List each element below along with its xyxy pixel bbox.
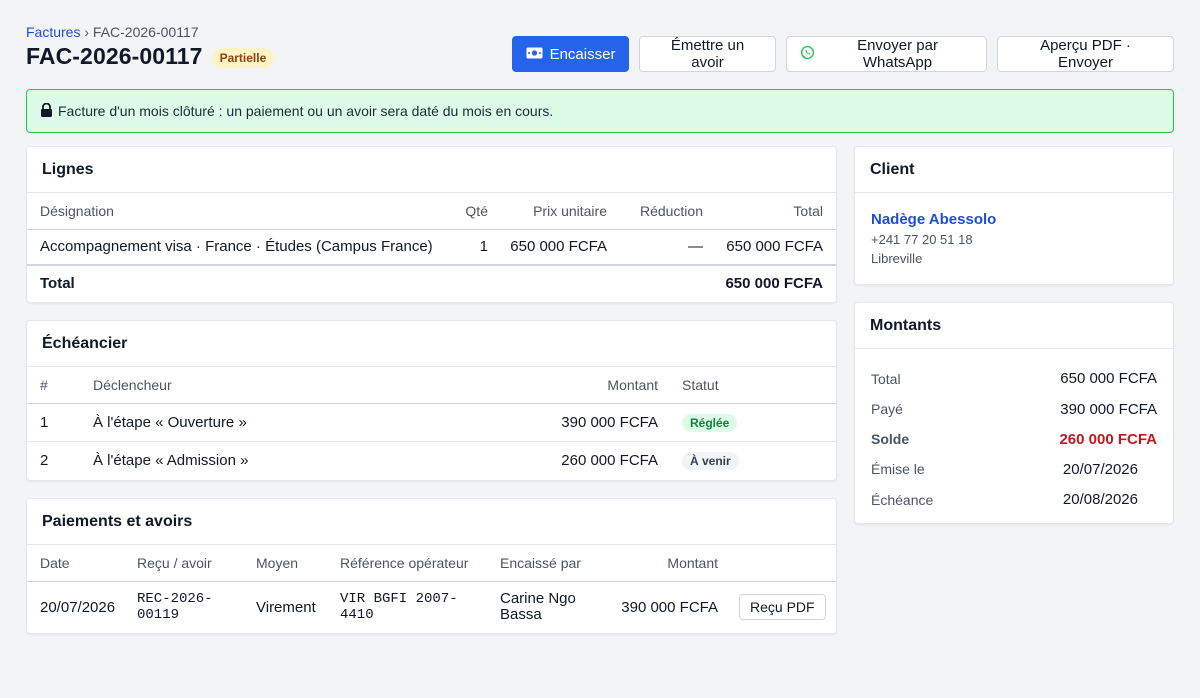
- col-date: Date: [27, 545, 137, 582]
- total-value: 650 000 FCFA: [725, 275, 823, 292]
- total-label: Total: [40, 275, 75, 292]
- alert-text: Facture d'un mois clôturé : un paiement …: [58, 103, 554, 119]
- montant-total-row: Total 650 000 FCFA: [855, 363, 1173, 394]
- col-num: #: [27, 367, 93, 404]
- cell-total: 650 000 FCFA: [712, 229, 836, 266]
- status-pill: À venir: [682, 451, 739, 470]
- breadcrumb-current: FAC-2026-00117: [92, 24, 199, 40]
- lock-icon: [40, 102, 53, 120]
- col-montant: Montant: [502, 367, 682, 404]
- cell-prix: 650 000 FCFA: [500, 229, 622, 266]
- cell-montant: 390 000 FCFA: [621, 598, 718, 616]
- total-row: Total 650 000 FCFA: [27, 265, 836, 301]
- col-moyen: Moyen: [256, 545, 340, 582]
- paiements-table: Date Reçu / avoir Moyen Référence opérat…: [27, 545, 836, 633]
- col-declencheur: Déclencheur: [93, 367, 502, 404]
- emettre-avoir-button[interactable]: Émettre un avoir: [639, 36, 776, 72]
- col-total: Total: [712, 193, 836, 230]
- apercu-pdf-button[interactable]: Aperçu PDF · Envoyer: [997, 36, 1174, 72]
- emise-label: Émise le: [871, 461, 925, 477]
- col-recu: Reçu / avoir: [137, 545, 256, 582]
- cell-num: 1: [27, 403, 93, 442]
- client-phone: +241 77 20 51 18: [871, 232, 973, 247]
- col-montant: Montant: [610, 545, 739, 582]
- lignes-card: Lignes Désignation Qté Prix unitaire Réd…: [26, 146, 837, 303]
- whatsapp-button[interactable]: Envoyer par WhatsApp: [786, 36, 987, 72]
- cell-montant: 260 000 FCFA: [561, 451, 658, 469]
- col-qte: Qté: [450, 193, 500, 230]
- client-card: Client Nadège Abessolo +241 77 20 51 18 …: [854, 146, 1174, 285]
- cell-recu: REC-2026-00119: [137, 591, 213, 624]
- client-name-link[interactable]: Nadège Abessolo: [871, 211, 1157, 228]
- solde-value: 260 000 FCFA: [1059, 430, 1157, 448]
- table-row: 1 À l'étape « Ouverture » 390 000 FCFA R…: [27, 403, 836, 442]
- echeance-value: 20/08/2026: [1062, 491, 1138, 508]
- action-bar: Encaisser Émettre un avoir Envoyer par W…: [512, 36, 1174, 72]
- cell-montant: 390 000 FCFA: [502, 403, 682, 442]
- montants-title: Montants: [855, 303, 1173, 349]
- page-header: FAC-2026-00117 Partielle: [26, 43, 275, 70]
- encaisser-button[interactable]: Encaisser: [512, 36, 629, 72]
- col-statut: Statut: [682, 367, 836, 404]
- echeancier-table: # Déclencheur Montant Statut 1 À l'étape…: [27, 367, 836, 479]
- montant-echeance-row: Échéance 20/08/2026: [855, 484, 1173, 515]
- total-value: 650 000 FCFA: [1060, 370, 1157, 387]
- montant-solde-row: Solde 260 000 FCFA: [855, 424, 1173, 454]
- whatsapp-icon: [800, 45, 815, 64]
- status-badge: Partielle: [211, 47, 275, 68]
- paiements-title: Paiements et avoirs: [27, 499, 836, 545]
- table-row: Accompagnement visa · France · Études (C…: [27, 229, 836, 266]
- table-row: 2 À l'étape « Admission » 260 000 FCFA À…: [27, 441, 836, 479]
- cell-qte: 1: [450, 229, 500, 266]
- whatsapp-label: Envoyer par WhatsApp: [857, 37, 938, 71]
- encaisser-label: Encaisser: [549, 45, 616, 63]
- emise-value: 20/07/2026: [1062, 460, 1138, 478]
- cell-declencheur: À l'étape « Admission »: [93, 451, 249, 469]
- echeance-label: Échéance: [871, 491, 934, 508]
- montant-emise-row: Émise le 20/07/2026: [855, 454, 1173, 484]
- breadcrumb-factures-link[interactable]: Factures: [26, 24, 80, 40]
- cell-reference: VIR BGFI 2007-4410: [340, 591, 458, 624]
- breadcrumb: Factures › FAC-2026-00117: [26, 24, 199, 40]
- col-designation: Désignation: [27, 193, 450, 230]
- cell-encaisse: Carine Ngo Bassa: [500, 590, 576, 624]
- total-label: Total: [871, 370, 901, 387]
- col-reference: Référence opérateur: [340, 545, 500, 582]
- col-reduction: Réduction: [622, 193, 712, 230]
- client-title: Client: [855, 147, 1173, 193]
- cell-declencheur: À l'étape « Ouverture »: [93, 403, 502, 442]
- lignes-title: Lignes: [27, 147, 836, 193]
- paye-label: Payé: [871, 401, 903, 417]
- echeancier-card: Échéancier # Déclencheur Montant Statut …: [26, 320, 837, 481]
- cash-icon: [526, 46, 543, 63]
- page-title: FAC-2026-00117: [26, 43, 203, 69]
- echeancier-title: Échéancier: [27, 321, 836, 367]
- cell-designation: Accompagnement visa · France · Études (C…: [27, 229, 450, 266]
- recu-pdf-button[interactable]: Reçu PDF: [739, 594, 826, 621]
- solde-label: Solde: [871, 431, 910, 447]
- cell-reduction: —: [622, 229, 712, 266]
- montant-paye-row: Payé 390 000 FCFA: [855, 394, 1173, 424]
- cell-date: 20/07/2026: [40, 598, 116, 616]
- col-encaisse: Encaissé par: [500, 545, 610, 582]
- closed-month-alert: Facture d'un mois clôturé : un paiement …: [26, 89, 1174, 133]
- paiements-card: Paiements et avoirs Date Reçu / avoir Mo…: [26, 498, 837, 634]
- paye-value: 390 000 FCFA: [1060, 400, 1157, 418]
- client-city: Libreville: [871, 251, 923, 266]
- breadcrumb-separator: ›: [84, 24, 90, 40]
- status-pill: Réglée: [682, 413, 738, 432]
- lignes-table: Désignation Qté Prix unitaire Réduction …: [27, 193, 836, 301]
- cell-moyen: Virement: [256, 598, 316, 616]
- montants-card: Montants Total 650 000 FCFA Payé 390 000…: [854, 302, 1174, 524]
- cell-num: 2: [40, 451, 49, 469]
- col-prix: Prix unitaire: [500, 193, 622, 230]
- table-row: 20/07/2026 REC-2026-00119 Virement VIR B…: [27, 581, 836, 633]
